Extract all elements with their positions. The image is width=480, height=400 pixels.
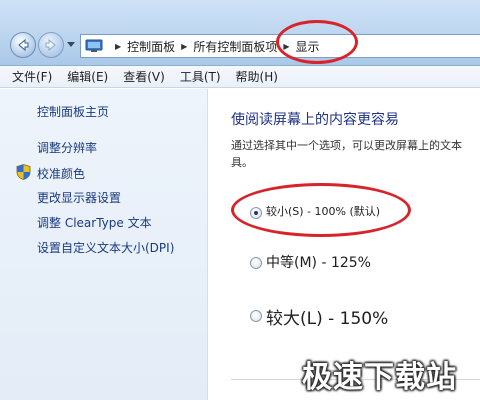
arrow-right-icon <box>45 38 56 52</box>
menu-file[interactable]: 文件(F) <box>12 68 52 85</box>
annotation-ellipse-option <box>231 183 411 237</box>
menu-edit[interactable]: 编辑(E) <box>67 68 108 85</box>
annotation-ellipse-address <box>276 20 358 64</box>
uac-shield-icon <box>16 164 31 180</box>
sidebar-item-display-settings[interactable]: 更改显示器设置 <box>37 189 121 206</box>
breadcrumb-control-panel[interactable]: 控制面板 <box>127 38 175 55</box>
sidebar-item-home[interactable]: 控制面板主页 <box>37 103 109 120</box>
page-description: 通过选择其中一个选项，可以更改屏幕上的文本 具。 <box>231 137 480 171</box>
radio-medium[interactable] <box>250 257 262 269</box>
sidebar-item-resolution[interactable]: 调整分辨率 <box>37 139 97 156</box>
description-line-2: 具。 <box>231 156 253 169</box>
sidebar-item-cleartype[interactable]: 调整 ClearType 文本 <box>37 214 152 231</box>
description-line-1: 通过选择其中一个选项，可以更改屏幕上的文本 <box>231 139 462 152</box>
option-label-larger[interactable]: 较大(L) - 150% <box>266 304 388 329</box>
menu-help[interactable]: 帮助(H) <box>236 68 278 85</box>
sidebar-item-custom-dpi[interactable]: 设置自定义文本大小(DPI) <box>37 239 174 256</box>
sidebar-item-calibrate-color[interactable]: 校准颜色 <box>37 165 85 182</box>
menu-bar: 文件(F) 编辑(E) 查看(V) 工具(T) 帮助(H) <box>0 66 480 88</box>
menu-tools[interactable]: 工具(T) <box>180 68 221 85</box>
forward-button[interactable] <box>38 32 64 58</box>
option-label-medium[interactable]: 中等(M) - 125% <box>266 252 371 272</box>
menu-view[interactable]: 查看(V) <box>123 68 165 85</box>
arrow-left-icon <box>18 38 29 52</box>
page-title: 使阅读屏幕上的内容更容易 <box>231 112 399 128</box>
control-panel-icon <box>85 39 103 52</box>
sidebar: 控制面板主页 调整分辨率 校准颜色 更改显示器设置 调整 ClearType 文… <box>0 89 208 400</box>
back-button[interactable] <box>10 32 36 58</box>
breadcrumb-all-items[interactable]: 所有控制面板项 <box>193 38 277 55</box>
chevron-right-icon[interactable]: ▶ <box>181 42 187 51</box>
chevron-right-icon[interactable]: ▶ <box>115 42 121 51</box>
title-bar: ▶ 控制面板 ▶ 所有控制面板项 ▶ 显示 <box>0 0 480 66</box>
radio-larger[interactable] <box>250 310 262 322</box>
watermark: 极速下载站 <box>302 360 457 395</box>
history-dropdown-icon[interactable] <box>67 42 75 48</box>
